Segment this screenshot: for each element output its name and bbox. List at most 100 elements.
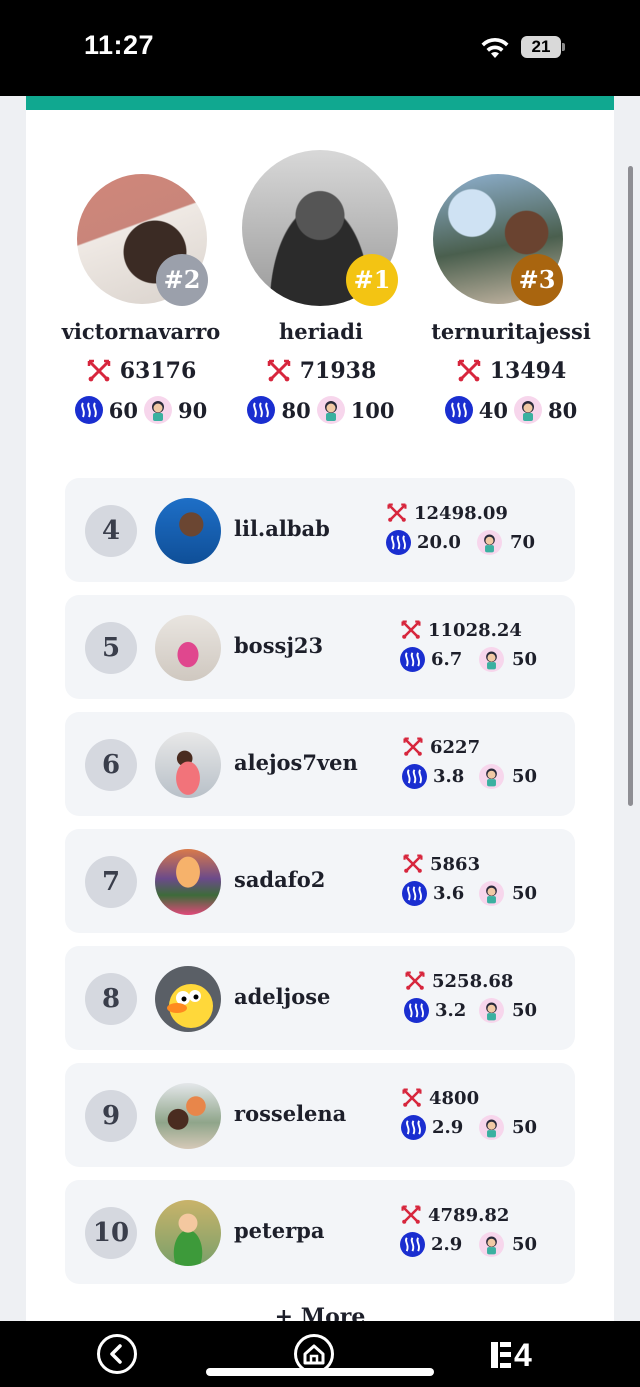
- steem-value: 2.9: [431, 1234, 463, 1255]
- kid-value: 80: [548, 397, 578, 423]
- kid-value: 50: [512, 883, 538, 904]
- rank-number: 6: [85, 739, 137, 791]
- steem-icon: [386, 530, 411, 555]
- username: victornavarro: [61, 319, 221, 344]
- steem-value: 2.9: [432, 1117, 464, 1138]
- rank-number: 10: [85, 1207, 137, 1259]
- score: 4800: [401, 1087, 479, 1109]
- kid-avatar-icon: [479, 764, 504, 789]
- podium-third[interactable]: #3 ternuritajessi 13494 40 80: [416, 174, 606, 434]
- steem-value: 20.0: [417, 532, 461, 553]
- kid-value: 90: [178, 397, 208, 423]
- swords-icon: [457, 359, 480, 382]
- avatar: [155, 849, 221, 915]
- leaderboard-card: #2 victornavarro 63176 60 90 #1 heriadi …: [26, 96, 614, 1336]
- stats: 20.0 70: [386, 530, 535, 555]
- swords-icon: [87, 359, 110, 382]
- score-value: 5258.68: [432, 970, 514, 992]
- avatar: [155, 498, 221, 564]
- swords-icon: [403, 737, 423, 756]
- leaderboard-row[interactable]: 4 lil.albab 12498.09 20.0 70: [65, 478, 575, 582]
- leaderboard-row[interactable]: 6 alejos7ven 6227 3.8 50: [65, 712, 575, 816]
- leaderboard-row[interactable]: 9 rosselena 4800 2.9 50: [65, 1063, 575, 1167]
- kid-value: 50: [512, 649, 538, 670]
- leaderboard-row[interactable]: 5 bossj23 11028.24 6.7 50: [65, 595, 575, 699]
- podium-second[interactable]: #2 victornavarro 63176 60 90: [56, 174, 226, 434]
- kid-avatar-icon: [479, 647, 504, 672]
- steem-value: 3.6: [433, 883, 465, 904]
- score-value: 11028.24: [428, 619, 522, 641]
- steem-icon: [444, 396, 473, 424]
- score-value: 4800: [429, 1087, 480, 1109]
- leaderboard-row[interactable]: 7 sadafo2 5863 3.6 50: [65, 829, 575, 933]
- avatar: [155, 615, 221, 681]
- steem-icon: [401, 1115, 426, 1140]
- swords-icon: [387, 503, 407, 522]
- steem-value: 3.2: [435, 1000, 467, 1021]
- steem-value: 60: [108, 397, 138, 423]
- username: lil.albab: [234, 516, 330, 541]
- card-accent-bar: [26, 96, 614, 110]
- kid-avatar-icon: [479, 1232, 504, 1257]
- status-bar: 11:27 21: [0, 0, 640, 96]
- score: 63176: [56, 358, 226, 384]
- steem-icon: [74, 396, 103, 424]
- tabs-counter[interactable]: 4: [490, 1335, 532, 1375]
- steem-icon: [402, 764, 427, 789]
- steem-icon: [402, 881, 427, 906]
- kid-avatar-icon: [479, 1115, 504, 1140]
- score-value: 12498.09: [414, 502, 508, 524]
- steem-icon: [247, 396, 276, 424]
- username: ternuritajessi: [431, 319, 591, 344]
- score: 6227: [402, 736, 480, 758]
- stats: 80 100: [226, 396, 416, 424]
- score: 12498.09: [386, 502, 508, 524]
- swords-icon: [405, 971, 425, 990]
- username: heriadi: [279, 319, 363, 344]
- kid-value: 100: [350, 397, 395, 423]
- username: bossj23: [234, 633, 324, 658]
- leaderboard-row[interactable]: 8 adeljose 5258.68 3.2 50: [65, 946, 575, 1050]
- podium-first[interactable]: #1 heriadi 71938 80 100: [226, 150, 416, 440]
- kid-value: 50: [512, 1117, 538, 1138]
- leaderboard-row[interactable]: 10 peterpa 4789.82 2.9 50: [65, 1180, 575, 1284]
- kid-value: 50: [512, 1000, 538, 1021]
- steem-icon: [400, 647, 425, 672]
- swords-icon: [403, 854, 423, 873]
- back-chevron-icon[interactable]: [96, 1333, 138, 1375]
- kid-value: 70: [510, 532, 536, 553]
- battery-level: 21: [521, 36, 561, 58]
- kid-value: 50: [512, 766, 538, 787]
- username: adeljose: [234, 984, 331, 1009]
- score: 5258.68: [404, 970, 513, 992]
- username: peterpa: [234, 1218, 325, 1243]
- rank-number: 5: [85, 622, 137, 674]
- username: sadafo2: [234, 867, 326, 892]
- kid-avatar-icon: [479, 881, 504, 906]
- status-time: 11:27: [84, 30, 155, 60]
- kid-avatar-icon: [479, 998, 504, 1023]
- steem-icon: [400, 1232, 425, 1257]
- scrollbar[interactable]: [628, 166, 633, 806]
- kid-avatar-icon: [144, 396, 172, 424]
- stats: 6.7 50: [400, 647, 537, 672]
- home-indicator: [206, 1368, 434, 1376]
- score-value: 63176: [119, 358, 197, 384]
- swords-icon: [267, 359, 290, 382]
- swords-icon: [401, 1205, 421, 1224]
- rank-number: 8: [85, 973, 137, 1025]
- duck-icon: [167, 984, 213, 1028]
- score: 71938: [226, 358, 416, 384]
- stats: 2.9 50: [400, 1232, 537, 1257]
- score-value: 4789.82: [428, 1204, 510, 1226]
- stats: 40 80: [416, 396, 606, 424]
- rank-number: 7: [85, 856, 137, 908]
- rank-badge: #2: [156, 254, 208, 306]
- tabs-icon: [491, 1342, 511, 1368]
- rank-badge: #3: [511, 254, 563, 306]
- wifi-icon: [481, 37, 509, 58]
- username: rosselena: [234, 1101, 347, 1126]
- kid-avatar-icon: [316, 396, 345, 424]
- username: alejos7ven: [234, 750, 358, 775]
- score: 5863: [402, 853, 480, 875]
